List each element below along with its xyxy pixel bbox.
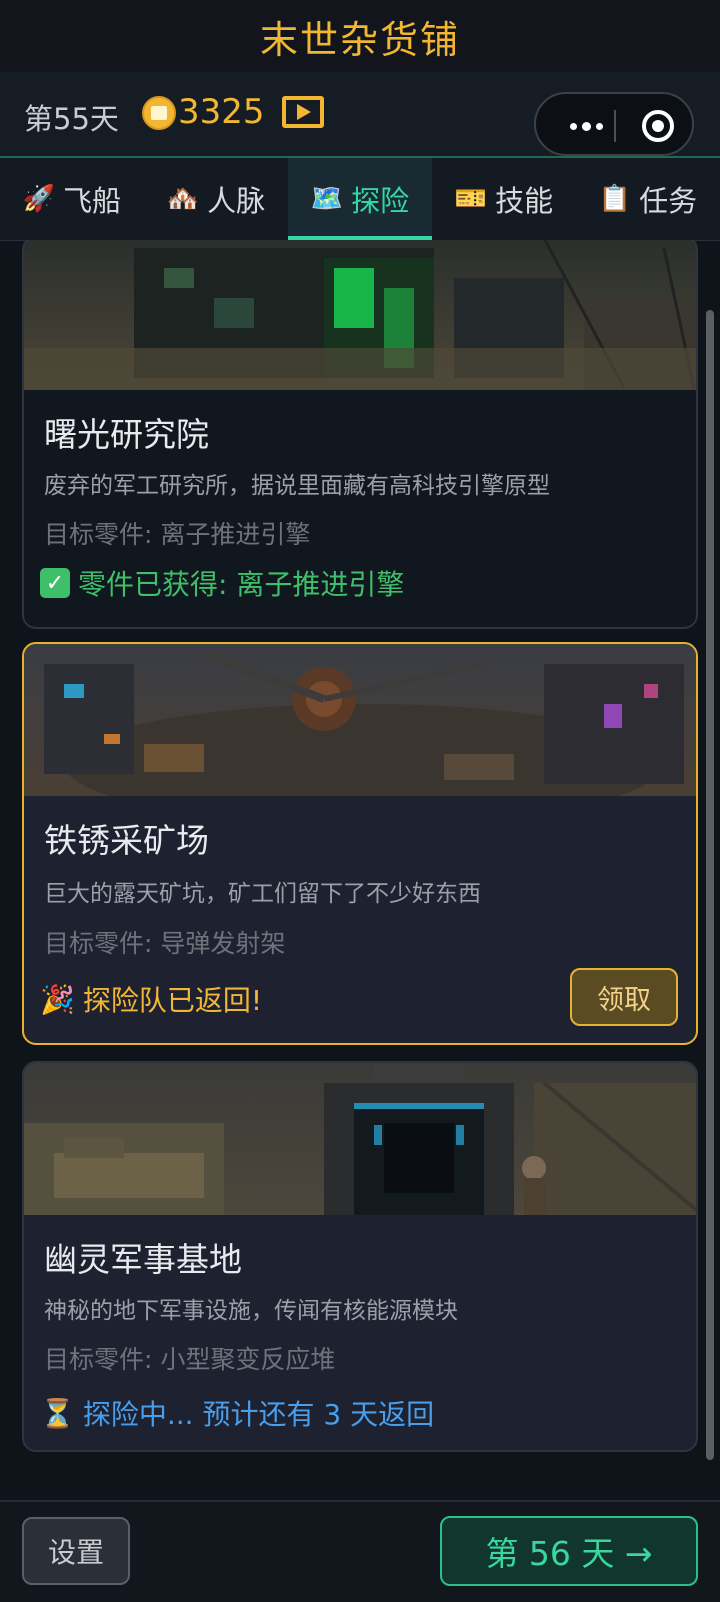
claim-button[interactable]: 领取 [570,968,678,1026]
ticket-icon: 🎫 [454,184,488,214]
hourglass-icon: ⏳ [40,1396,75,1430]
tab-label: 飞船 [63,184,122,218]
expedition-list[interactable]: 曙光研究院 废弃的军工研究所，据说里面藏有高科技引擎原型 目标零件: 离子推进引… [0,240,720,1500]
next-day-button[interactable]: 第 56 天 → [440,1516,698,1586]
app-title-bar: 末世杂货铺 [0,0,720,72]
tab-ship[interactable]: 🚀 飞船 [0,158,144,240]
coin-icon [142,96,176,130]
houses-icon: 🏘️ [166,184,200,214]
expedition-status: 🎉 探险队已返回! [40,979,262,1019]
tab-contacts[interactable]: 🏘️ 人脉 [144,158,288,240]
expedition-title: 曙光研究院 [44,415,209,454]
expedition-image-ghost-base [24,1063,696,1215]
expedition-title: 铁锈采矿场 [44,821,209,860]
expedition-status: ✓ 零件已获得: 离子推进引擎 [40,563,404,603]
more-icon[interactable] [556,106,616,146]
app-title: 末世杂货铺 [259,17,460,62]
video-ad-icon[interactable] [282,96,324,128]
capsule-divider [614,110,616,142]
expedition-description: 巨大的露天矿坑，矿工们留下了不少好东西 [44,881,481,907]
expedition-description: 废弃的军工研究所，据说里面藏有高科技引擎原型 [44,473,550,499]
tab-label: 技能 [495,184,554,218]
settings-button[interactable]: 设置 [22,1517,130,1585]
tab-label: 人脉 [207,184,266,218]
expedition-description: 神秘的地下军事设施，传闻有核能源模块 [44,1298,458,1324]
tab-skills[interactable]: 🎫 技能 [432,158,576,240]
status-text: 探险队已返回! [82,984,263,1017]
expedition-title: 幽灵军事基地 [44,1240,242,1279]
bottom-bar: 设置 第 56 天 → [0,1500,720,1602]
expedition-target-part: 目标零件: 离子推进引擎 [44,520,311,549]
tab-explore[interactable]: 🗺️ 探险 [288,158,432,240]
scrollbar[interactable] [706,310,714,1460]
close-miniprogram-icon[interactable] [642,110,674,142]
status-text: 探险中... 预计还有 3 天返回 [82,1398,435,1431]
day-counter: 第55天 [24,102,119,136]
check-icon: ✓ [40,568,70,598]
gold-amount: 3325 [178,92,265,132]
clipboard-icon: 📋 [598,184,632,214]
expedition-card[interactable]: 曙光研究院 废弃的军工研究所，据说里面藏有高科技引擎原型 目标零件: 离子推进引… [22,240,698,629]
expedition-card[interactable]: 铁锈采矿场 巨大的露天矿坑，矿工们留下了不少好东西 目标零件: 导弹发射架 🎉 … [22,642,698,1045]
status-text: 零件已获得: 离子推进引擎 [78,568,405,601]
expedition-target-part: 目标零件: 导弹发射架 [44,929,286,958]
party-popper-icon: 🎉 [40,982,75,1016]
tab-tasks[interactable]: 📋 任务 [576,158,720,240]
tab-label: 探险 [351,184,410,218]
tab-bar: 🚀 飞船 🏘️ 人脉 🗺️ 探险 🎫 技能 📋 任务 [0,158,720,241]
expedition-image-rust-mine [24,644,696,796]
miniprogram-capsule [534,92,694,156]
expedition-card[interactable]: 幽灵军事基地 神秘的地下军事设施，传闻有核能源模块 目标零件: 小型聚变反应堆 … [22,1061,698,1452]
map-icon: 🗺️ [310,184,344,214]
tab-label: 任务 [639,184,698,218]
expedition-target-part: 目标零件: 小型聚变反应堆 [44,1345,336,1374]
rocket-icon: 🚀 [22,184,56,214]
expedition-status: ⏳ 探险中... 预计还有 3 天返回 [40,1393,434,1433]
expedition-image-research-lab [24,240,696,390]
